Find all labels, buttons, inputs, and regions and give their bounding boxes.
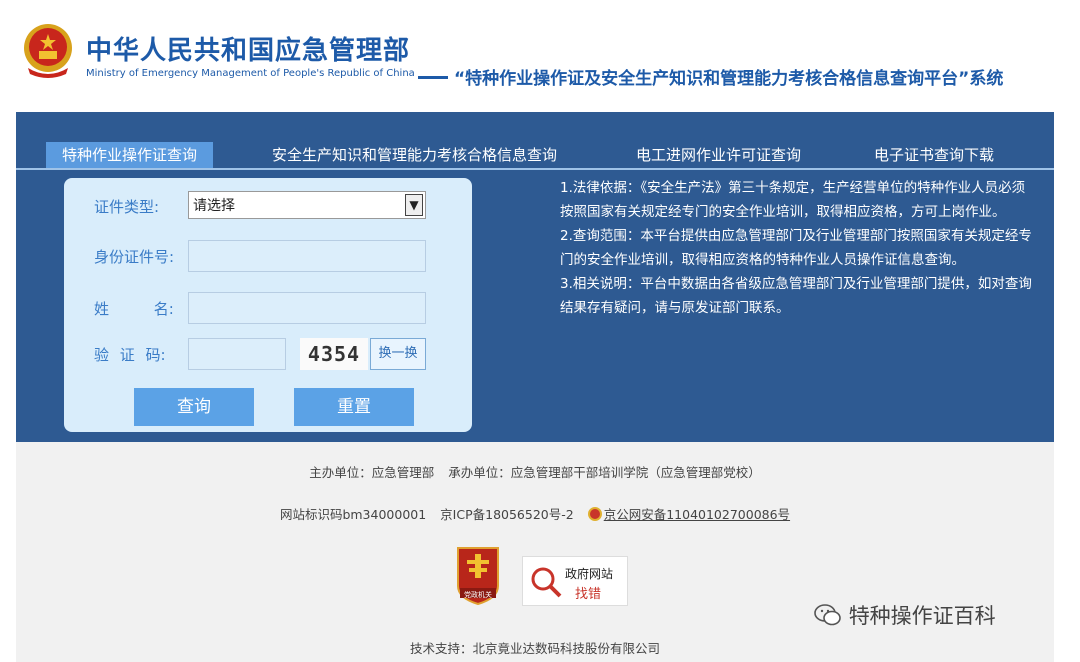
chevron-down-icon[interactable]: ▼ (405, 194, 423, 216)
query-form: 证件类型: 请选择 ▼ 身份证件号: 姓 名: 验 证 码: 4354 换一换 … (64, 178, 472, 432)
site-code-text: 网站标识码bm34000001 (279, 507, 427, 522)
query-band: 特种作业操作证查询 安全生产知识和管理能力考核合格信息查询 电工进网作业许可证查… (16, 112, 1054, 442)
id-row: 身份证件号: (64, 240, 472, 272)
captcha-image[interactable]: 4354 (300, 338, 368, 370)
national-emblem-icon (24, 24, 72, 78)
info-notes: 3.相关说明：平台中数据由各省级应急管理部门及行业管理部门提供，如对查询结果存有… (560, 276, 1032, 316)
wechat-watermark: 特种操作证百科 (814, 600, 996, 630)
tab-special-operation-cert[interactable]: 特种作业操作证查询 (46, 142, 214, 168)
id-label: 身份证件号: (94, 248, 175, 266)
police-record-link[interactable]: 京公网安备11040102700086号 (604, 507, 790, 522)
gov-site-text: 政府网站 (565, 567, 614, 581)
name-label: 姓 名: (94, 300, 174, 318)
captcha-row: 验 证 码: 4354 换一换 (64, 338, 472, 370)
cert-type-row: 证件类型: 请选择 ▼ (64, 190, 472, 222)
tab-electrician-permit[interactable]: 电工进网作业许可证查询 (636, 142, 801, 168)
system-title-text: “特种作业操作证及安全生产知识和管理能力考核合格信息查询平台”系统 (454, 69, 1004, 89)
info-panel: 1.法律依据：《安全生产法》第三十条规定，生产经营单位的特种作业人员必须按照国家… (560, 176, 1036, 320)
captcha-input[interactable] (188, 338, 286, 370)
info-legal-basis: 1.法律依据：《安全生产法》第三十条规定，生产经营单位的特种作业人员必须按照国家… (560, 180, 1026, 220)
captcha-text: 4354 (307, 342, 361, 366)
footer-registration-line: 网站标识码bm34000001 京ICP备18056520号-2 京公网安备1104… (16, 504, 1054, 523)
ministry-title-cn: 中华人民共和国应急管理部 (86, 36, 411, 66)
tech-support-line: 技术支持：北京竟业达数码科技股份有限公司 (409, 641, 660, 656)
police-badge-icon (587, 507, 602, 521)
name-input[interactable] (188, 292, 426, 324)
ministry-title-en: Ministry of Emergency Management of Peop… (86, 68, 415, 79)
site-header: 中华人民共和国应急管理部 Ministry of Emergency Manag… (0, 0, 1080, 112)
captcha-refresh-button[interactable]: 换一换 (370, 338, 426, 370)
watermark-text: 特种操作证百科 (848, 604, 996, 628)
footer-sponsor-line: 主办单位：应急管理部 承办单位：应急管理部干部培训学院（应急管理部党校） (16, 462, 1054, 481)
reset-button[interactable]: 重置 (294, 388, 414, 426)
id-number-input[interactable] (188, 240, 426, 272)
party-govt-badge-text: 党政机关 (464, 591, 492, 599)
captcha-label: 验 证 码: (94, 346, 166, 364)
tab-safety-knowledge[interactable]: 安全生产知识和管理能力考核合格信息查询 (272, 142, 557, 168)
party-govt-badge[interactable]: 党政机关 (454, 546, 502, 606)
sponsor-text: 主办单位：应急管理部 (309, 465, 435, 480)
cert-type-select[interactable]: 请选择 ▼ (188, 191, 426, 219)
query-button[interactable]: 查询 (134, 388, 254, 426)
tab-e-cert-download[interactable]: 电子证书查询下载 (874, 142, 994, 168)
title-dash (418, 75, 448, 79)
gov-site-error-report[interactable]: 政府网站 找错 (522, 556, 628, 606)
tab-bar: 特种作业操作证查询 安全生产知识和管理能力考核合格信息查询 电工进网作业许可证查… (16, 142, 1054, 170)
icp-link[interactable]: 京ICP备18056520号-2 (440, 507, 574, 522)
name-row: 姓 名: (64, 292, 472, 324)
find-error-text: 找错 (575, 587, 602, 602)
system-title: “特种作业操作证及安全生产知识和管理能力考核合格信息查询平台”系统 (418, 64, 1003, 89)
info-scope: 2.查询范围：本平台提供由应急管理部门及行业管理部门按照国家有关规定经专门的安全… (560, 228, 1032, 268)
organizer-text: 承办单位：应急管理部干部培训学院（应急管理部党校） (448, 465, 761, 480)
wechat-icon (814, 604, 841, 626)
magnifier-icon (531, 567, 562, 598)
cert-type-value: 请选择 (193, 198, 235, 214)
cert-type-label: 证件类型: (94, 198, 160, 216)
